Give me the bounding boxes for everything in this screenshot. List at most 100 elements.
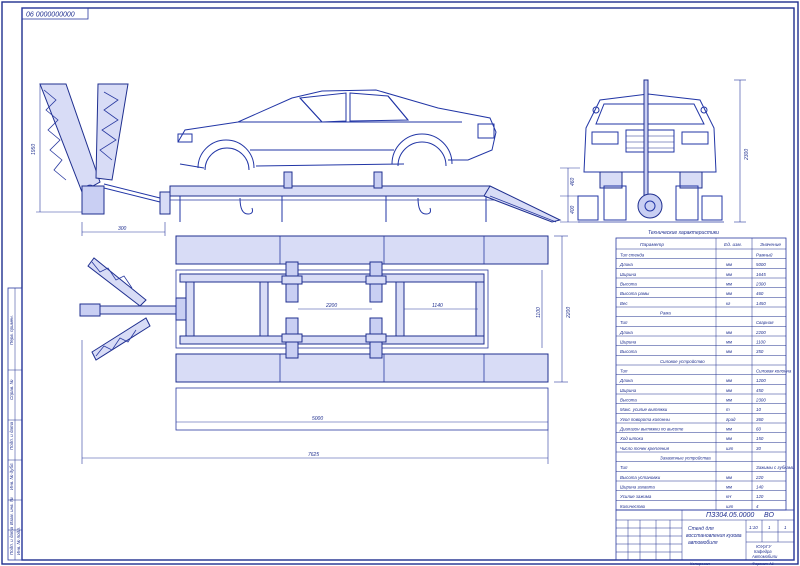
spec-unit: мм: [726, 484, 732, 489]
plan-arm-upper: [87, 257, 147, 307]
spec-unit: мм: [726, 262, 732, 267]
spec-value: 140: [756, 484, 764, 489]
front-view: 2300: [577, 79, 750, 223]
pull-arm: [95, 83, 129, 181]
name-line-1: Стенд для: [688, 526, 714, 532]
spec-param: Тип: [620, 465, 628, 470]
front-wheel-hub: [637, 193, 663, 219]
spec-param: Ширина: [620, 388, 637, 393]
spec-value: 2300: [755, 397, 766, 402]
spec-value: 1450: [756, 301, 766, 306]
plan-clamp-4: [365, 317, 387, 359]
dim-300: 300: [118, 226, 127, 232]
name-line-2: восстановления кузова: [686, 533, 742, 539]
dim-side-2200: 2200: [566, 307, 572, 319]
strip-label-1: Перв. примен.: [9, 315, 14, 345]
spec-unit: град: [726, 417, 736, 422]
spec-unit: мм: [726, 349, 732, 354]
spec-unit: мм: [726, 281, 732, 286]
spec-unit: мм: [726, 388, 732, 393]
spec-param: Количество: [620, 504, 646, 509]
spec-unit: мм: [726, 426, 732, 431]
spec-value: Зажимы с губками: [756, 465, 795, 470]
spec-param: Длина: [619, 378, 633, 383]
spec-param: Диапазон вытяжки по высоте: [619, 426, 684, 431]
plan-clamp-1: [281, 261, 303, 303]
spec-param: Высота: [620, 397, 637, 402]
spec-param: Угол поворота колонны: [620, 417, 671, 422]
column-base: [81, 185, 105, 215]
strip-label-3: Подп. и дата: [9, 421, 14, 450]
spec-param: Тип: [620, 368, 628, 373]
spec-unit: мм: [726, 436, 732, 441]
header-code-box: 06 0000000000: [21, 7, 89, 20]
dim-inner-2200: 2200: [325, 303, 337, 309]
spec-unit: кг: [726, 301, 731, 306]
spec-param: Усилие зажима: [620, 494, 652, 499]
plan-bottom-runway: [175, 353, 549, 383]
spec-unit: мм: [726, 378, 732, 383]
spec-param: Число точек крепления: [620, 446, 670, 451]
spec-param: Высота: [620, 349, 637, 354]
spec-value: 2300: [755, 281, 766, 286]
dim-inner-1100: 1100: [536, 307, 542, 318]
spec-param: Ширина: [620, 339, 637, 344]
spec-param: Вес: [620, 301, 628, 306]
spec-rows: Тип стенда Рамный Длина мм 5000 Ширина мм 1645 В…: [616, 248, 795, 509]
spec-unit: мм: [726, 339, 732, 344]
spec-param: Макс. усилие вытяжки: [620, 407, 668, 412]
side-view: 300 1950 460 400: [31, 83, 580, 236]
side-strip: Перв. примен. Справ. № Подп. и дата Инв.…: [7, 287, 23, 561]
spec-header-param: Параметр: [640, 242, 664, 248]
plan-top-runway: [175, 235, 549, 265]
scale: 1:10: [749, 525, 758, 530]
ramp: [483, 185, 562, 223]
spec-value: 150: [756, 436, 764, 441]
spec-value: 360: [756, 417, 764, 422]
spec-value: 220: [755, 475, 764, 480]
spec-header-value: Значение: [760, 242, 781, 248]
dim-vert-right: 2300: [744, 149, 750, 161]
plan-arm-lower: [91, 317, 151, 361]
spec-param: Ширина захвата: [620, 484, 655, 489]
doc-code: ПЗ304.05.0000: [706, 512, 754, 519]
spec-value: 1100: [756, 339, 766, 344]
strip-label-4: Инв. № дубл.: [9, 462, 14, 490]
spec-table: Технические характеристики Параметр Ед. …: [615, 230, 795, 511]
spec-unit: т: [726, 407, 730, 412]
name-line-3: автомобиля: [688, 540, 718, 546]
dim-inner-1140: 1140: [432, 303, 443, 309]
spec-table-title: Технические характеристики: [648, 230, 719, 236]
strip-label-7: Инв. № подл.: [16, 527, 21, 555]
spec-unit: кН: [726, 494, 732, 499]
title-block: ПЗ304.05.0000 ВО Стенд для восстановлени…: [615, 509, 795, 566]
strip-label-2: Справ. №: [9, 379, 14, 400]
spec-value: 1645: [756, 272, 766, 277]
plan-clamp-2: [365, 261, 387, 303]
spec-unit: шт: [726, 446, 734, 451]
spec-value: 4: [756, 504, 759, 509]
dim-ht-460: 460: [570, 177, 576, 186]
spec-value: 120: [756, 494, 764, 499]
spec-unit: мм: [726, 291, 732, 296]
pull-tower: [39, 83, 101, 193]
spec-value: 1200: [756, 378, 766, 383]
dim-vert-left: 1950: [31, 144, 37, 155]
spec-value: 2200: [755, 330, 766, 335]
spec-value: Сварная: [756, 320, 774, 325]
spec-param: Тип стенда: [620, 252, 645, 257]
spec-value: Силовая колонна: [756, 368, 792, 373]
dim-total-5000: 5000: [312, 416, 323, 422]
car-outline: [177, 89, 497, 169]
spec-value: 350: [756, 349, 764, 354]
header-code: 06 0000000000: [26, 12, 75, 19]
spec-value: Рамный: [756, 252, 773, 257]
dim-ht-400: 400: [570, 205, 576, 214]
sheet-mark: ВО: [764, 512, 775, 519]
strip-label-6: Подп. и дата: [9, 526, 14, 555]
spec-param: Высота установки: [620, 475, 661, 480]
spec-param: Длина: [619, 330, 633, 335]
dim-total-7625: 7625: [308, 452, 319, 458]
sheets-total: 1: [784, 525, 787, 530]
platform: [169, 185, 491, 197]
